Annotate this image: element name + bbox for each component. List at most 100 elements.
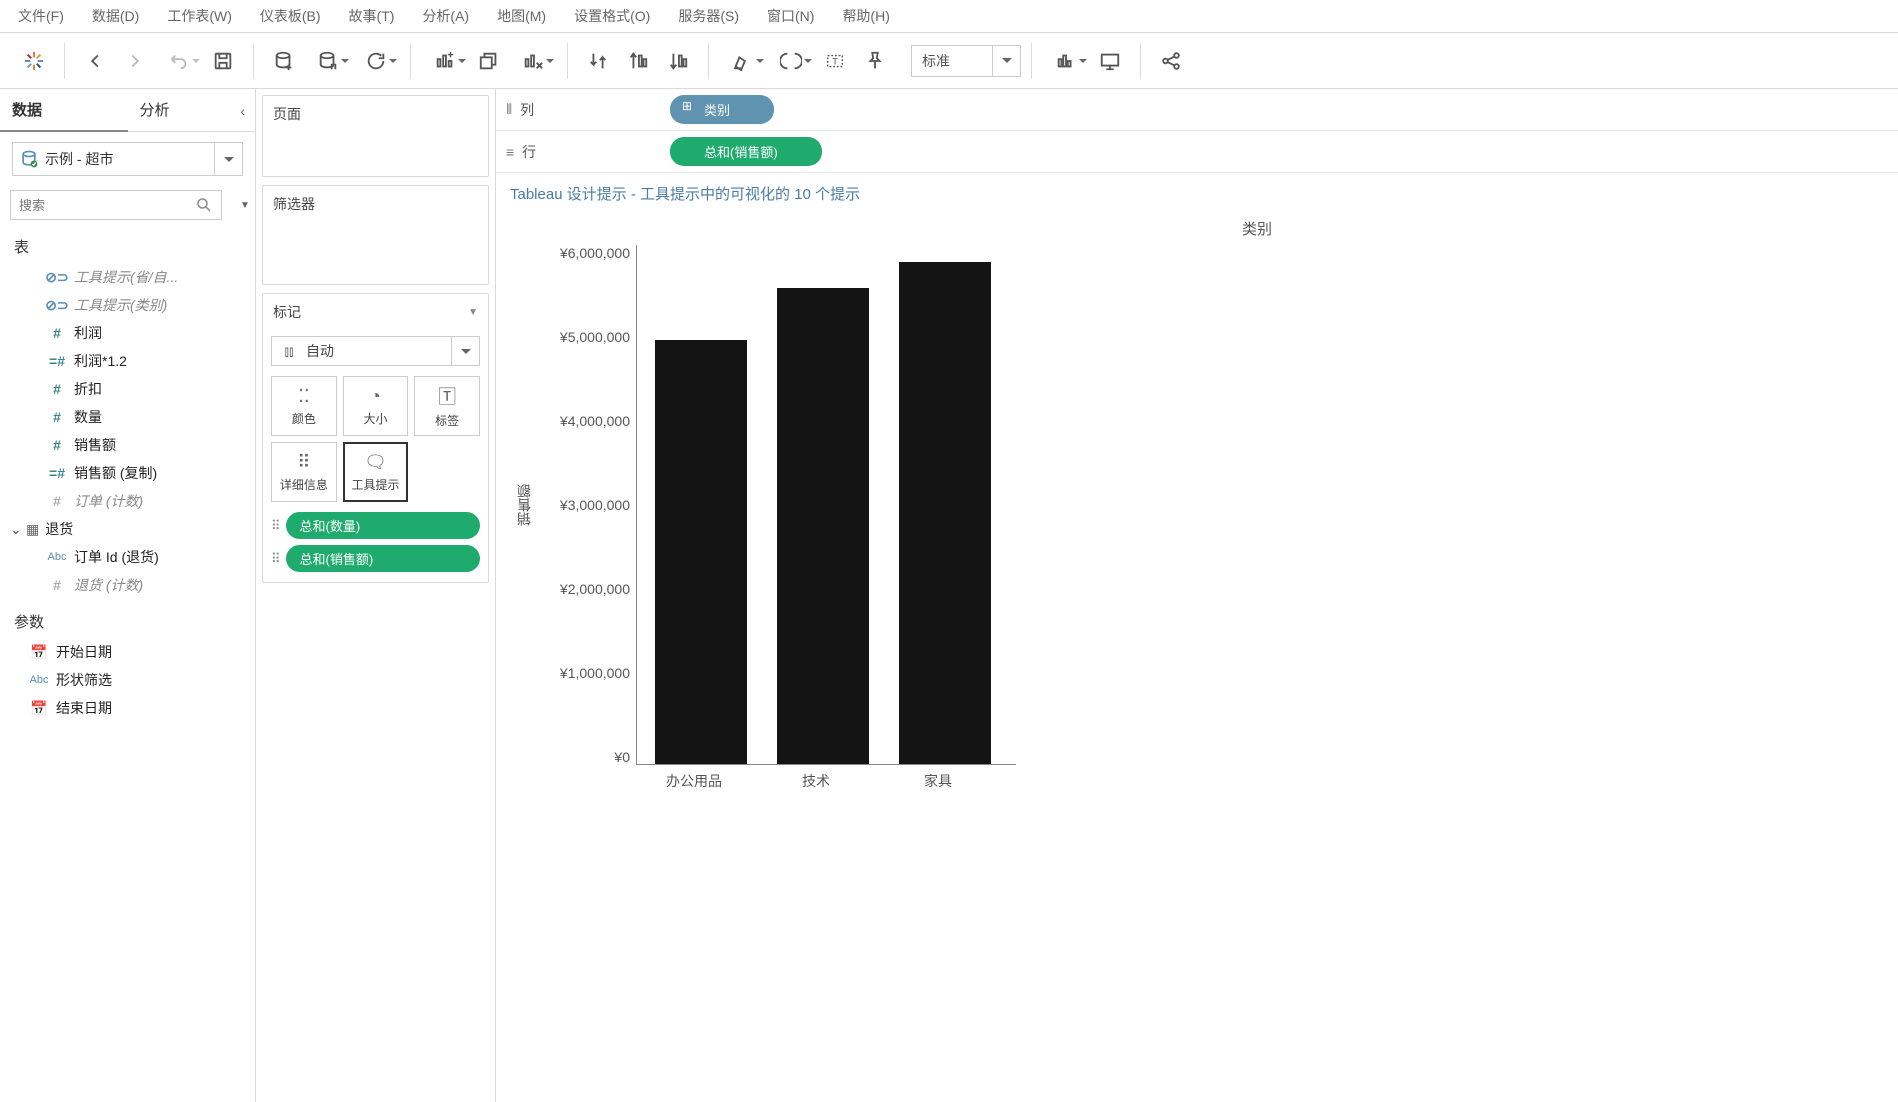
forward-button[interactable] xyxy=(115,41,155,81)
label-icon: 🅃 xyxy=(438,383,456,409)
field-sales-copy[interactable]: =#销售额 (复制) xyxy=(0,459,255,487)
mark-color[interactable]: ⁚⁚颜色 xyxy=(271,376,337,436)
param-end[interactable]: 📅结束日期 xyxy=(0,694,255,722)
number-icon: # xyxy=(48,577,66,593)
sort-desc-button[interactable] xyxy=(658,41,698,81)
back-button[interactable] xyxy=(75,41,115,81)
x-axis-title: 类别 xyxy=(510,214,1884,245)
group-button[interactable] xyxy=(767,41,815,81)
chart: 类别 销售额 ¥6,000,000¥5,000,000¥4,000,000¥3,… xyxy=(496,208,1898,1102)
menu-format[interactable]: 设置格式(O) xyxy=(574,6,650,26)
tooltip-pill-qty[interactable]: ⠿总和(数量) xyxy=(271,512,480,539)
plot-area[interactable] xyxy=(636,245,1016,765)
rows-pill[interactable]: 总和(销售额) xyxy=(670,137,822,166)
field-profit12[interactable]: =#利润*1.2 xyxy=(0,347,255,375)
bar[interactable] xyxy=(899,262,991,764)
menu-dashboard[interactable]: 仪表板(B) xyxy=(260,6,321,26)
swap-button[interactable] xyxy=(578,41,618,81)
tables-section: 表 xyxy=(0,230,255,263)
columns-pill[interactable]: 类别 xyxy=(670,95,774,124)
columns-label: 列 xyxy=(520,100,534,120)
refresh-button[interactable] xyxy=(352,41,400,81)
params-section: 参数 xyxy=(0,605,255,638)
menu-help[interactable]: 帮助(H) xyxy=(842,6,889,26)
mark-size[interactable]: ◔大小 xyxy=(343,376,409,436)
chevron-down-icon[interactable]: ▼ xyxy=(240,200,250,211)
bar[interactable] xyxy=(777,288,869,764)
filters-label: 筛选器 xyxy=(273,194,315,214)
number-icon: # xyxy=(48,325,66,341)
new-worksheet-button[interactable] xyxy=(421,41,469,81)
mark-type-value: 自动 xyxy=(306,337,451,365)
pause-updates-button[interactable] xyxy=(304,41,352,81)
share-button[interactable] xyxy=(1151,41,1191,81)
toolbar: T 标准 xyxy=(0,33,1898,89)
svg-text:T: T xyxy=(832,56,838,66)
show-me-button[interactable] xyxy=(1042,41,1090,81)
field-orderid-ret[interactable]: Abc订单 Id (退货) xyxy=(0,543,255,571)
mark-type-select[interactable]: ⫾⫾ 自动 xyxy=(271,336,480,366)
bar[interactable] xyxy=(655,340,747,764)
field-discount[interactable]: #折扣 xyxy=(0,375,255,403)
marks-label: 标记 xyxy=(273,302,301,322)
param-start[interactable]: 📅开始日期 xyxy=(0,638,255,666)
tab-analysis[interactable]: 分析 xyxy=(128,89,256,132)
field-qty[interactable]: #数量 xyxy=(0,403,255,431)
fit-select[interactable]: 标准 xyxy=(911,45,1021,77)
y-axis-title: 销售额 xyxy=(510,245,538,765)
cards-column: 页面 筛选器 标记▼ ⫾⫾ 自动 ⁚⁚颜色 ◔大小 🅃标签 ⠿详细信息 🗨 xyxy=(256,89,496,1102)
search-input[interactable] xyxy=(10,190,222,220)
collapse-icon[interactable]: ‹ xyxy=(240,103,245,119)
sort-asc-button[interactable] xyxy=(618,41,658,81)
menu-analysis[interactable]: 分析(A) xyxy=(422,6,469,26)
menu-window[interactable]: 窗口(N) xyxy=(767,6,814,26)
datasource-select[interactable]: 示例 - 超市 xyxy=(12,142,243,176)
labels-button[interactable]: T xyxy=(815,41,855,81)
tooltip-pill-sales[interactable]: ⠿总和(销售额) xyxy=(271,545,480,572)
rows-shelf[interactable]: ≡行 总和(销售额) xyxy=(496,131,1898,173)
detail-dots-icon: ⠿ xyxy=(271,551,280,567)
field-sales[interactable]: #销售额 xyxy=(0,431,255,459)
menu-story[interactable]: 故事(T) xyxy=(349,6,395,26)
clear-sheet-button[interactable] xyxy=(509,41,557,81)
undo-button[interactable] xyxy=(155,41,203,81)
menu-server[interactable]: 服务器(S) xyxy=(678,6,739,26)
menu-data[interactable]: 数据(D) xyxy=(92,6,139,26)
text-icon: Abc xyxy=(48,551,66,563)
field-tooltip-cat[interactable]: ⊘⊃工具提示(类别) xyxy=(0,291,255,319)
calc-number-icon: =# xyxy=(48,465,66,481)
param-shape[interactable]: Abc形状筛选 xyxy=(0,666,255,694)
presentation-button[interactable] xyxy=(1090,41,1130,81)
new-datasource-button[interactable] xyxy=(264,41,304,81)
calc-number-icon: =# xyxy=(48,353,66,369)
mark-detail[interactable]: ⠿详细信息 xyxy=(271,442,337,502)
pages-card[interactable]: 页面 xyxy=(262,95,489,177)
field-profit[interactable]: #利润 xyxy=(0,319,255,347)
field-orders-count[interactable]: #订单 (计数) xyxy=(0,487,255,515)
save-button[interactable] xyxy=(203,41,243,81)
highlight-button[interactable] xyxy=(719,41,767,81)
menu-file[interactable]: 文件(F) xyxy=(18,6,64,26)
field-tooltip-prov[interactable]: ⊘⊃工具提示(省/自... xyxy=(0,263,255,291)
menu-map[interactable]: 地图(M) xyxy=(497,6,546,26)
table-returns[interactable]: ⌄ ▦ 退货 xyxy=(0,515,255,543)
worksheet-title[interactable]: Tableau 设计提示 - 工具提示中的可视化的 10 个提示 xyxy=(496,173,1898,208)
tab-data[interactable]: 数据 xyxy=(0,89,128,132)
marks-card: 标记 ▼ ⫾⫾ 自动 ⁚⁚颜色 ◔大小 🅃标签 ⠿详细信息 🗨工具提示 ⠿总和(数… xyxy=(262,293,489,583)
columns-icon: ⦀ xyxy=(506,101,512,118)
pin-button[interactable] xyxy=(855,41,895,81)
tableau-logo-icon[interactable] xyxy=(14,41,54,81)
field-returns-count[interactable]: #退货 (计数) xyxy=(0,571,255,599)
link-icon: ⊘⊃ xyxy=(48,297,66,314)
chevron-down-icon[interactable]: ▼ xyxy=(468,307,478,318)
columns-shelf[interactable]: ⦀ 列 类别 xyxy=(496,89,1898,131)
mark-label[interactable]: 🅃标签 xyxy=(414,376,480,436)
datasource-name: 示例 - 超市 xyxy=(45,149,214,169)
bar-icon: ⫾⫾ xyxy=(272,337,306,365)
mark-tooltip[interactable]: 🗨工具提示 xyxy=(343,442,409,502)
filters-card[interactable]: 筛选器 xyxy=(262,185,489,285)
duplicate-sheet-button[interactable] xyxy=(469,41,509,81)
menu-worksheet[interactable]: 工作表(W) xyxy=(167,6,232,26)
rows-label: 行 xyxy=(522,142,536,162)
detail-dots-icon: ⠿ xyxy=(271,518,280,534)
